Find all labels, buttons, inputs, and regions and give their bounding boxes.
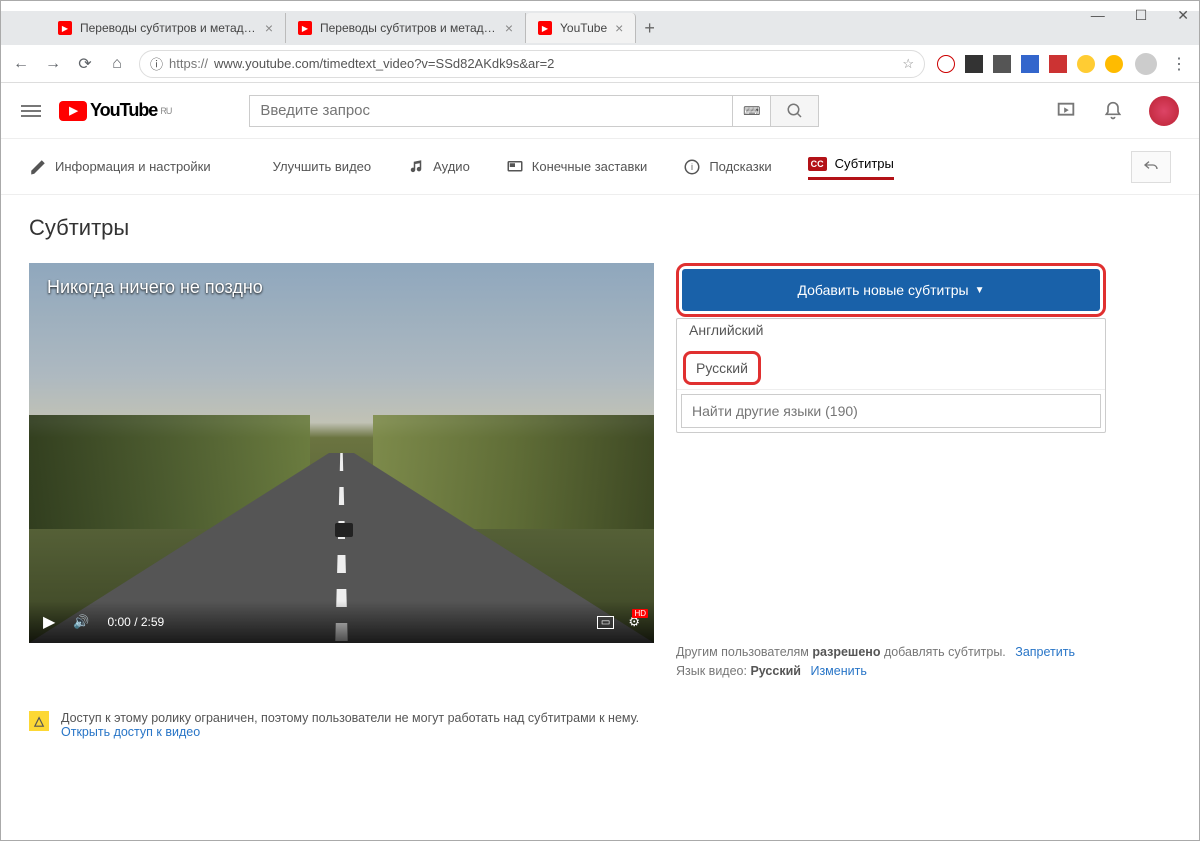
warning-box: △ Доступ к этому ролику ограничен, поэто… — [1, 701, 1199, 751]
info-icon[interactable]: ⓘ — [150, 54, 163, 73]
ext-icon[interactable] — [965, 55, 983, 73]
tab-info[interactable]: Информация и настройки — [29, 158, 211, 176]
new-tab-button[interactable]: + — [644, 18, 655, 39]
close-icon[interactable]: ✕ — [1177, 7, 1189, 24]
tab-1[interactable]: ▶ Переводы субтитров и метадан… × — [46, 13, 286, 43]
url-field[interactable]: ⓘ https:// www.youtube.com/timedtext_vid… — [139, 50, 925, 78]
close-icon[interactable]: × — [265, 20, 273, 36]
tab-audio[interactable]: Аудио — [407, 158, 470, 176]
tab-label: Переводы субтитров и метадан… — [320, 21, 497, 35]
close-icon[interactable]: × — [505, 20, 513, 36]
change-link[interactable]: Изменить — [810, 664, 866, 678]
language-search-input[interactable] — [681, 394, 1101, 428]
tab-subtitles[interactable]: CC Субтитры — [808, 156, 894, 180]
minimize-icon[interactable]: — — [1091, 7, 1105, 24]
profile-avatar[interactable] — [1135, 53, 1157, 75]
reload-icon[interactable]: ⟳ — [75, 54, 95, 74]
video-title: Никогда ничего не поздно — [47, 277, 263, 298]
chevron-down-icon: ▼ — [975, 285, 985, 296]
home-icon[interactable]: ⌂ — [107, 55, 127, 73]
logo-text: YouTube — [90, 100, 157, 121]
search-input[interactable] — [249, 95, 733, 127]
menu-icon[interactable]: ⋮ — [1169, 54, 1189, 74]
cc-icon[interactable]: ▭ — [597, 616, 614, 629]
ext-opera-icon[interactable] — [937, 55, 955, 73]
youtube-logo[interactable]: ▶ YouTube RU — [59, 100, 171, 121]
maximize-icon[interactable]: ☐ — [1135, 7, 1148, 24]
url-protocol: https:// — [169, 56, 208, 71]
video-player[interactable]: Никогда ничего не поздно ▶ 🔊 0:00 / 2:59… — [29, 263, 654, 643]
tab-bar: ▶ Переводы субтитров и метадан… × ▶ Пере… — [1, 11, 1199, 45]
lang-option-english[interactable]: Английский — [677, 319, 1105, 347]
window-controls: — ☐ ✕ — [1091, 7, 1189, 24]
subtitle-panel: Добавить новые субтитры ▼ Английский Рус… — [676, 263, 1106, 681]
warning-icon: △ — [29, 711, 49, 731]
extension-icons — [937, 55, 1123, 73]
language-search — [677, 389, 1105, 432]
page-title: Субтитры — [29, 215, 1171, 241]
keyboard-icon[interactable]: ⌨ — [733, 95, 771, 127]
studio-tabs: Информация и настройки Улучшить видео Ау… — [1, 139, 1199, 195]
open-access-link[interactable]: Открыть доступ к видео — [61, 725, 200, 739]
logo-region: RU — [160, 106, 171, 116]
search-button[interactable] — [771, 95, 819, 127]
warning-text: Доступ к этому ролику ограничен, поэтому… — [61, 711, 639, 725]
url-text: www.youtube.com/timedtext_video?v=SSd82A… — [214, 56, 554, 71]
tab-cards[interactable]: i Подсказки — [683, 158, 771, 176]
cc-icon: CC — [808, 157, 827, 171]
ext-icon[interactable] — [1105, 55, 1123, 73]
youtube-header: ▶ YouTube RU ⌨ — [1, 83, 1199, 139]
user-avatar[interactable] — [1149, 96, 1179, 126]
bell-icon[interactable] — [1103, 101, 1123, 121]
browser-window: — ☐ ✕ ▶ Переводы субтитров и метадан… × … — [0, 0, 1200, 841]
tab-2[interactable]: ▶ Переводы субтитров и метадан… × — [286, 13, 526, 43]
video-frame: Никогда ничего не поздно ▶ 🔊 0:00 / 2:59… — [29, 263, 654, 643]
ext-icon[interactable] — [1049, 55, 1067, 73]
youtube-favicon: ▶ — [538, 21, 552, 35]
header-actions — [1055, 96, 1179, 126]
star-icon[interactable]: ☆ — [902, 56, 914, 72]
settings-icon[interactable]: ⚙ — [628, 614, 640, 630]
deny-link[interactable]: Запретить — [1015, 645, 1075, 659]
forward-icon[interactable]: → — [43, 55, 63, 73]
add-subtitles-highlight: Добавить новые субтитры ▼ — [676, 263, 1106, 317]
time-display: 0:00 / 2:59 — [108, 615, 165, 629]
tab-label: YouTube — [560, 21, 607, 35]
ext-icon[interactable] — [1021, 55, 1039, 73]
ext-icon[interactable] — [1077, 55, 1095, 73]
play-icon: ▶ — [59, 101, 87, 121]
add-subtitles-button[interactable]: Добавить новые субтитры ▼ — [682, 269, 1100, 311]
permissions-note: Другим пользователям разрешено добавлять… — [676, 433, 1106, 681]
language-dropdown: Английский Русский — [676, 318, 1106, 433]
back-icon[interactable]: ← — [11, 55, 31, 73]
tab-3-active[interactable]: ▶ YouTube × — [526, 13, 636, 43]
search-bar: ⌨ — [249, 95, 819, 127]
player-controls: ▶ 🔊 0:00 / 2:59 ▭ ⚙ — [29, 601, 654, 643]
youtube-favicon: ▶ — [58, 21, 72, 35]
content: Субтитры Никогда ничего не поздно ▶ 🔊 0:… — [1, 195, 1199, 701]
hamburger-icon[interactable] — [21, 105, 41, 117]
tab-enhance[interactable]: Улучшить видео — [247, 158, 372, 176]
upload-icon[interactable] — [1055, 100, 1077, 122]
address-bar: ← → ⟳ ⌂ ⓘ https:// www.youtube.com/timed… — [1, 45, 1199, 83]
ext-icon[interactable] — [993, 55, 1011, 73]
volume-icon[interactable]: 🔊 — [73, 614, 89, 630]
lang-option-russian[interactable]: Русский — [683, 351, 761, 385]
youtube-favicon: ▶ — [298, 21, 312, 35]
close-icon[interactable]: × — [615, 20, 623, 36]
tab-label: Переводы субтитров и метадан… — [80, 21, 257, 35]
undo-button[interactable] — [1131, 151, 1171, 183]
tab-endscreens[interactable]: Конечные заставки — [506, 158, 648, 176]
play-icon[interactable]: ▶ — [43, 612, 55, 632]
svg-text:i: i — [691, 162, 693, 172]
